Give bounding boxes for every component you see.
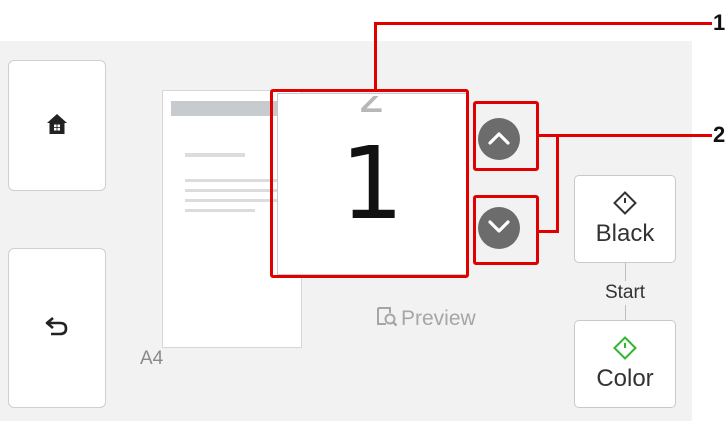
- start-divider-line: [625, 263, 626, 281]
- start-label: Start: [604, 282, 646, 303]
- callout-number-2: 2: [713, 122, 726, 147]
- color-start-label: Color: [596, 365, 654, 392]
- black-start-button[interactable]: Black: [574, 175, 676, 263]
- preview-text-line: [185, 199, 277, 202]
- preview-text-line: [185, 153, 245, 157]
- callout-frame-down: [473, 195, 539, 265]
- back-button[interactable]: [8, 248, 106, 408]
- home-icon: [45, 112, 69, 140]
- preview-icon: [376, 305, 398, 333]
- start-divider-line: [625, 305, 626, 321]
- diamond-start-icon: [613, 191, 637, 219]
- black-start-label: Black: [595, 220, 655, 247]
- callout-leader-line: [374, 22, 712, 25]
- preview-text-line: [185, 209, 255, 212]
- preview-label: Preview: [401, 307, 476, 330]
- back-arrow-icon: [45, 316, 69, 340]
- preview-button[interactable]: Preview: [376, 305, 476, 333]
- paper-size-label: A4: [140, 348, 164, 369]
- preview-text-line: [185, 189, 277, 192]
- home-button[interactable]: [8, 60, 106, 191]
- callout-leader-line: [556, 134, 712, 137]
- callout-frame-count: [270, 89, 469, 278]
- callout-leader-line: [556, 134, 559, 233]
- color-start-button[interactable]: Color: [574, 320, 676, 408]
- callout-frame-up: [473, 101, 539, 171]
- callout-number-1: 1: [713, 10, 726, 35]
- preview-text-line: [185, 179, 277, 182]
- callout-leader-line: [374, 22, 377, 90]
- diamond-start-icon: [613, 336, 637, 364]
